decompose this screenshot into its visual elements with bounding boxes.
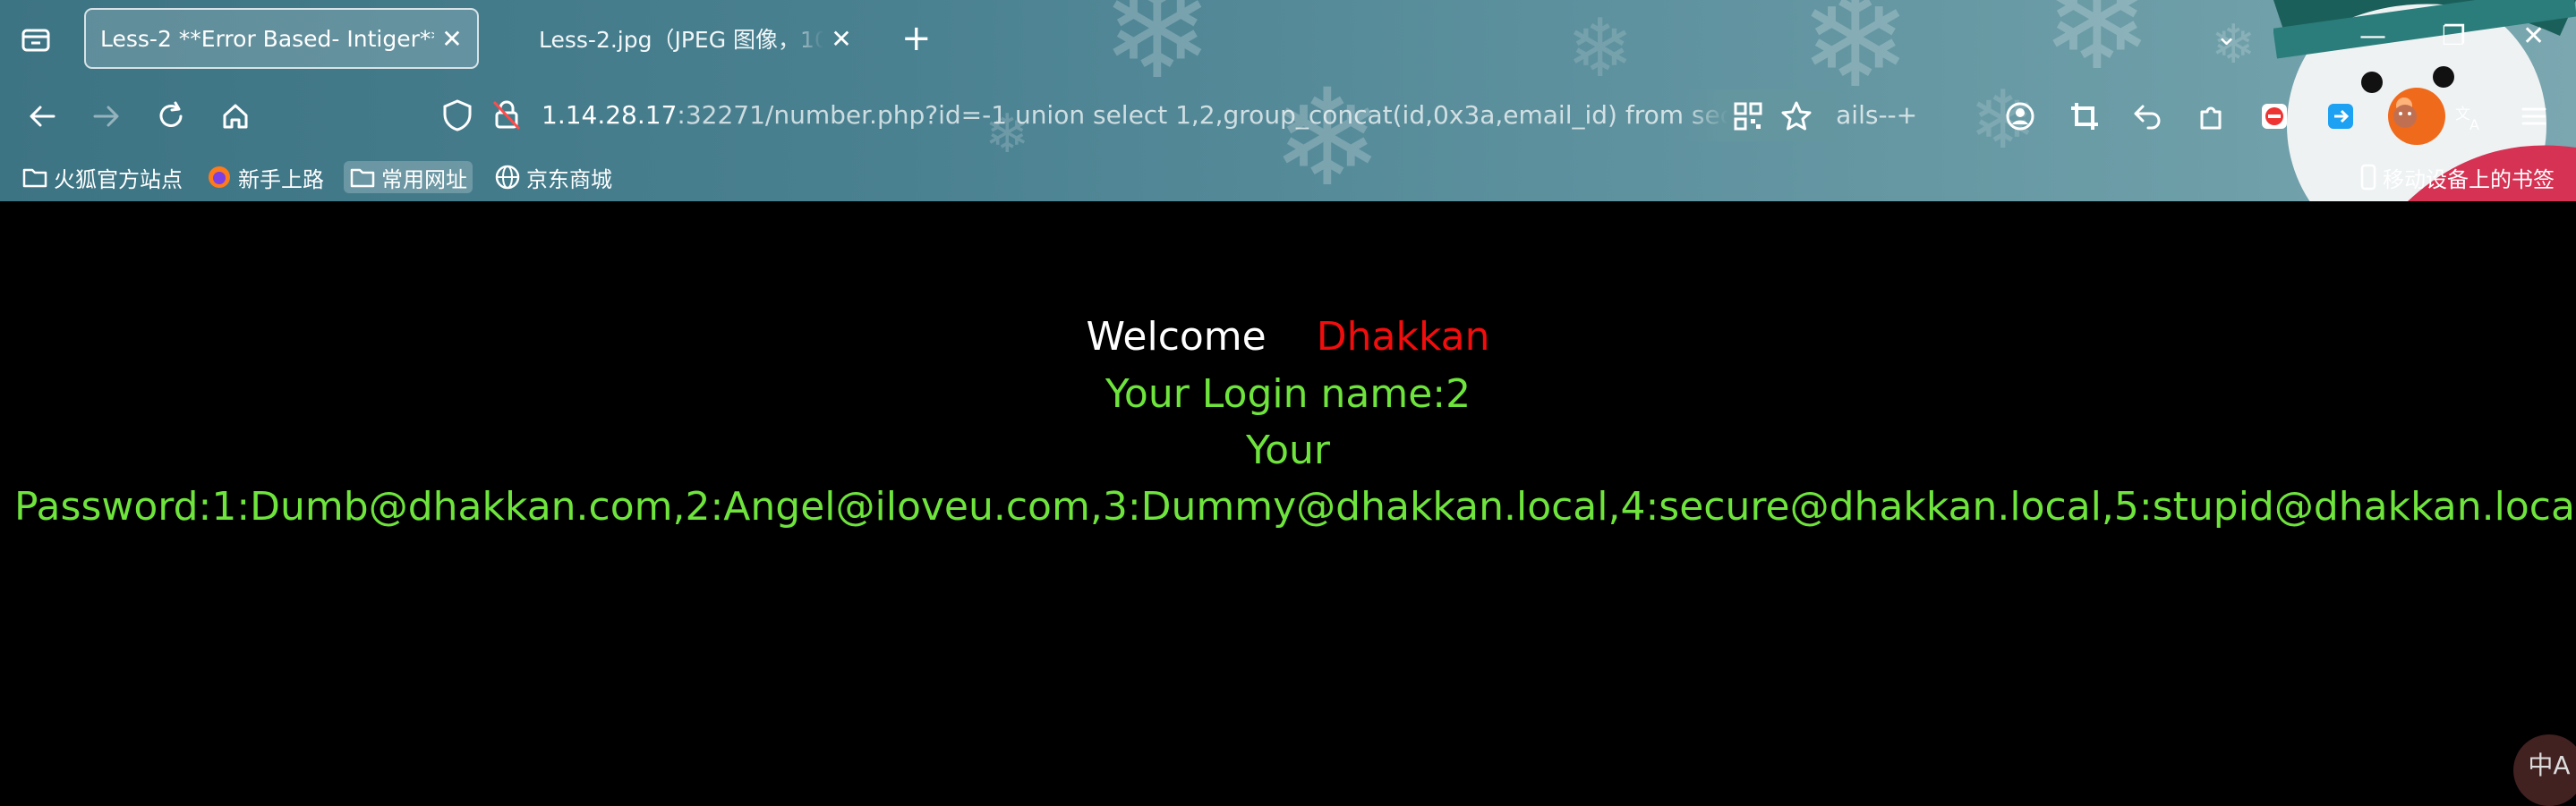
bookmarks-bar: 火狐官方站点 新手上路 常用网址 京东商城 移动设备上的书签 <box>0 154 2576 201</box>
login-name-line: Your Login name:2 <box>1105 371 1471 417</box>
extension-mascot-icon[interactable] <box>2388 99 2422 133</box>
welcome-text: Welcome <box>1086 314 1267 360</box>
globe-icon <box>495 165 520 190</box>
minimize-window-icon[interactable]: — <box>2359 23 2386 50</box>
extension-arrow-icon[interactable] <box>2324 99 2358 133</box>
tab-less2[interactable]: Less-2 **Error Based- Intiger** ✕ <box>84 8 479 69</box>
back-arrow-icon[interactable] <box>25 99 59 133</box>
tab-list-icon <box>21 29 50 52</box>
tracking-shield-icon[interactable] <box>441 98 473 132</box>
translate-icon[interactable]: 文 A <box>2452 99 2486 133</box>
restore-window-icon[interactable]: ❐ <box>2442 23 2466 50</box>
browser-chrome: ❄ ❄ ❄ ❄ ❄ ❄ ❄ ❄ Less-2 **Error Based- In… <box>0 0 2576 201</box>
tab-title: Less-2.jpg（JPEG 图像，1000 × 1000 <box>539 27 823 53</box>
close-tab-icon[interactable]: ✕ <box>434 24 470 54</box>
bookmark-getting-started[interactable]: 新手上路 <box>206 161 324 193</box>
tab-bar: Less-2 **Error Based- Intiger** ✕ Less-2… <box>0 0 2576 77</box>
svg-text:A: A <box>2469 116 2479 133</box>
mobile-bookmarks-label: 移动设备上的书签 <box>2383 166 2555 192</box>
mobile-device-icon <box>2360 164 2376 191</box>
undo-close-tab-icon[interactable] <box>2130 99 2164 133</box>
tab-title: Less-2 **Error Based- Intiger** <box>100 25 434 52</box>
extensions-puzzle-icon[interactable] <box>2195 99 2229 133</box>
account-icon[interactable] <box>2003 99 2037 133</box>
bookmark-jd-mall[interactable]: 京东商城 <box>494 161 612 193</box>
new-tab-plus-icon[interactable]: + <box>901 18 932 59</box>
bookmark-firefox-official[interactable]: 火狐官方站点 <box>21 161 183 193</box>
floating-translate-button[interactable]: 中A <box>2513 734 2576 806</box>
adblock-extension-icon[interactable] <box>2257 99 2291 133</box>
home-icon[interactable] <box>218 99 252 133</box>
bookmark-label: 京东商城 <box>526 166 612 192</box>
bookmark-label: 常用网址 <box>381 166 467 192</box>
welcome-line: Welcome Dhakkan <box>0 309 2576 366</box>
bookmark-label: 火狐官方站点 <box>54 166 183 192</box>
your-line: Your <box>1246 428 1330 473</box>
qr-code-icon[interactable] <box>1731 99 1765 133</box>
mobile-bookmarks[interactable]: 移动设备上的书签 <box>2359 161 2555 193</box>
forward-arrow-icon[interactable] <box>90 99 124 133</box>
address-bar[interactable]: 1.14.28.17:32271/number.php?id=-1 union … <box>428 89 1917 141</box>
password-line: Password:1:Dumb@dhakkan.com,2:Angel@ilov… <box>14 484 2576 530</box>
username-text: Dhakkan <box>1316 314 1490 360</box>
tab-overflow-chevron-icon[interactable]: ⌄ <box>2215 23 2238 50</box>
tab-less2-jpg[interactable]: Less-2.jpg（JPEG 图像，1000 × 1000 ✕ <box>526 8 866 69</box>
reload-icon[interactable] <box>154 99 188 133</box>
page-content: Welcome Dhakkan Your Login name:2 Your Pa… <box>0 201 2576 806</box>
svg-text:文: 文 <box>2455 106 2470 123</box>
screenshot-crop-icon[interactable] <box>2068 99 2102 133</box>
insecure-lock-icon[interactable] <box>490 98 523 132</box>
tab-list-button[interactable] <box>18 21 54 57</box>
firefox-logo-icon <box>209 166 230 188</box>
url-host: 1.14.28.17 <box>542 100 678 130</box>
close-tab-icon[interactable]: ✕ <box>823 24 859 54</box>
bookmark-star-icon[interactable] <box>1779 99 1813 133</box>
folder-icon <box>350 168 375 188</box>
bookmark-label: 新手上路 <box>238 166 324 192</box>
close-window-icon[interactable]: ✕ <box>2522 23 2545 50</box>
navigation-bar: 1.14.28.17:32271/number.php?id=-1 union … <box>0 77 2576 154</box>
bookmark-common-sites[interactable]: 常用网址 <box>344 161 473 193</box>
menu-hamburger-icon[interactable] <box>2517 99 2551 133</box>
folder-icon <box>22 168 47 188</box>
